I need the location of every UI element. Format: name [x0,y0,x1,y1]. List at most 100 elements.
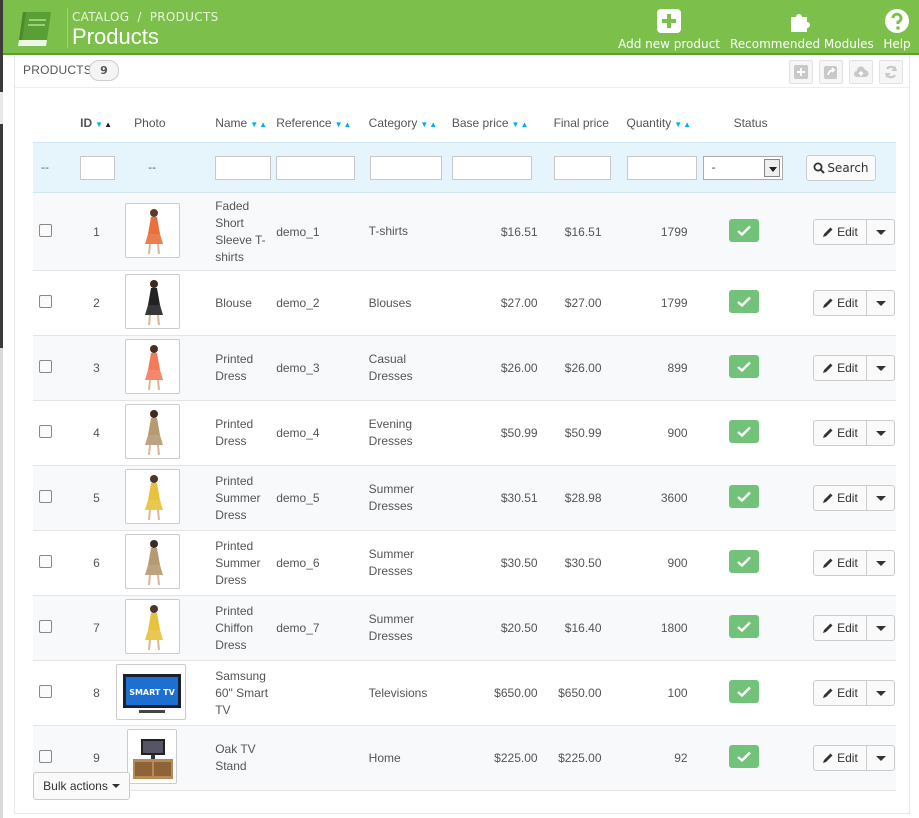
breadcrumb-catalog[interactable]: CATALOG [72,10,129,24]
status-enabled-toggle[interactable] [728,420,759,443]
upload-icon[interactable] [849,60,873,84]
row-actions: Edit [812,355,895,381]
row-actions-dropdown[interactable] [866,485,895,511]
edit-label: Edit [837,556,858,570]
edit-button[interactable]: Edit [812,745,867,771]
filter-reference-input[interactable] [276,155,356,180]
edit-label: Edit [837,296,858,310]
status-enabled-toggle[interactable] [728,355,759,378]
status-enabled-toggle[interactable] [728,615,759,638]
row-category: Summer Dresses [364,465,452,531]
table-row[interactable]: 3 Printed Dress demo_3 Casual Dresses $26.00… [33,335,896,401]
search-button[interactable]: Search [805,154,876,181]
row-checkbox[interactable] [39,555,52,568]
row-actions-dropdown[interactable] [866,550,895,576]
status-enabled-toggle[interactable] [728,680,759,703]
add-new-product-button[interactable]: Add new product [617,8,721,51]
row-name: Printed Summer Dress [198,465,273,531]
row-actions-dropdown[interactable] [866,420,895,446]
check-icon [736,686,751,697]
row-actions-dropdown[interactable] [866,615,895,641]
breadcrumb-products[interactable]: PRODUCTS [150,10,219,24]
filter-category-input[interactable] [369,155,442,180]
pencil-icon [823,753,833,763]
sort-asc-icon[interactable]: ▲ [104,120,113,129]
dress-image [134,602,174,655]
edit-button[interactable]: Edit [812,550,867,576]
row-final-price: $16.51 [545,192,618,271]
recommended-modules-button[interactable]: Recommended Modules [730,8,874,51]
breadcrumb: CATALOG / PRODUCTS [72,10,219,24]
row-name: Printed Dress [198,400,273,466]
sort-asc-icon[interactable]: ▲ [343,120,352,129]
edit-button[interactable]: Edit [812,615,867,641]
sort-asc-icon[interactable]: ▲ [683,120,692,129]
row-checkbox[interactable] [39,360,52,373]
sort-desc-icon[interactable]: ▼ [95,120,104,129]
row-checkbox[interactable] [39,425,52,438]
header-photo: Photo [116,104,198,143]
filter-base-price-input[interactable] [451,155,532,180]
edit-button[interactable]: Edit [812,680,867,706]
table-row[interactable]: 7 Printed Chiffon Dress demo_7 Summer Dress… [33,595,896,661]
row-checkbox[interactable] [39,620,52,633]
pencil-icon [823,493,833,503]
table-row[interactable]: 8 SMART TV Samsung 60" Smart TV Televisions… [33,660,896,726]
filter-id-input[interactable] [80,155,116,180]
sort-desc-icon[interactable]: ▼ [250,120,259,129]
filter-final-price-input[interactable] [553,155,611,180]
filter-name-input[interactable] [215,155,272,180]
edit-button[interactable]: Edit [812,485,867,511]
row-actions: Edit [812,485,895,511]
filter-status-select[interactable]: - [702,155,783,180]
row-checkbox[interactable] [39,490,52,503]
edit-button[interactable]: Edit [812,355,867,381]
edit-label: Edit [837,224,858,239]
table-row[interactable]: 9 Oak TV Stand Home $225.00 $225.00 92 Edit [33,725,896,791]
check-icon [736,491,751,502]
row-reference: demo_2 [272,270,365,336]
tv-stand-image [130,732,176,787]
help-button[interactable]: Help [880,8,914,51]
bulk-actions-button[interactable]: Bulk actions [33,772,130,800]
add-icon[interactable] [789,60,813,84]
edit-button[interactable]: Edit [812,290,867,316]
edit-button[interactable]: Edit [812,218,867,245]
edit-button[interactable]: Edit [812,420,867,446]
row-final-price: $30.50 [545,530,618,596]
row-actions-dropdown[interactable] [866,745,895,771]
row-actions: Edit [812,745,895,771]
filter-quantity-input[interactable] [626,155,697,180]
plus-square-icon [656,8,682,34]
row-actions-dropdown[interactable] [866,355,895,381]
sort-desc-icon[interactable]: ▼ [674,120,683,129]
table-row[interactable]: 6 Printed Summer Dress demo_6 Summer Dresse… [33,530,896,596]
row-checkbox[interactable] [39,750,52,763]
row-actions-dropdown[interactable] [866,290,895,316]
sort-asc-icon[interactable]: ▲ [259,120,268,129]
export-icon[interactable] [819,60,843,84]
row-name: Faded Short Sleeve T-shirts [198,192,273,271]
row-name: Printed Summer Dress [198,530,273,596]
sort-asc-icon[interactable]: ▲ [429,120,438,129]
dress-image [134,537,174,590]
table-row[interactable]: 2 Blouse demo_2 Blouses $27.00 $27.00 1799 Edit [33,270,896,336]
table-row[interactable]: 4 Printed Dress demo_4 Evening Dresses $50.9… [33,400,896,466]
row-actions-dropdown[interactable] [866,218,895,245]
status-enabled-toggle[interactable] [728,290,759,313]
row-checkbox[interactable] [39,685,52,698]
status-enabled-toggle[interactable] [728,550,759,573]
table-row[interactable]: 5 Printed Summer Dress demo_5 Summer Dresse… [33,465,896,531]
sort-asc-icon[interactable]: ▲ [520,120,529,129]
row-actions-dropdown[interactable] [866,680,895,706]
sort-desc-icon[interactable]: ▼ [420,120,429,129]
row-checkbox[interactable] [39,295,52,308]
status-enabled-toggle[interactable] [728,218,759,242]
edit-label: Edit [837,686,858,700]
refresh-icon[interactable] [879,60,903,84]
table-row[interactable]: 1 Faded Short Sleeve T-shirts demo_1 T-shir… [33,192,896,271]
status-enabled-toggle[interactable] [728,745,759,768]
row-checkbox[interactable] [39,223,52,237]
row-base-price: $27.00 [451,270,546,336]
status-enabled-toggle[interactable] [728,485,759,508]
